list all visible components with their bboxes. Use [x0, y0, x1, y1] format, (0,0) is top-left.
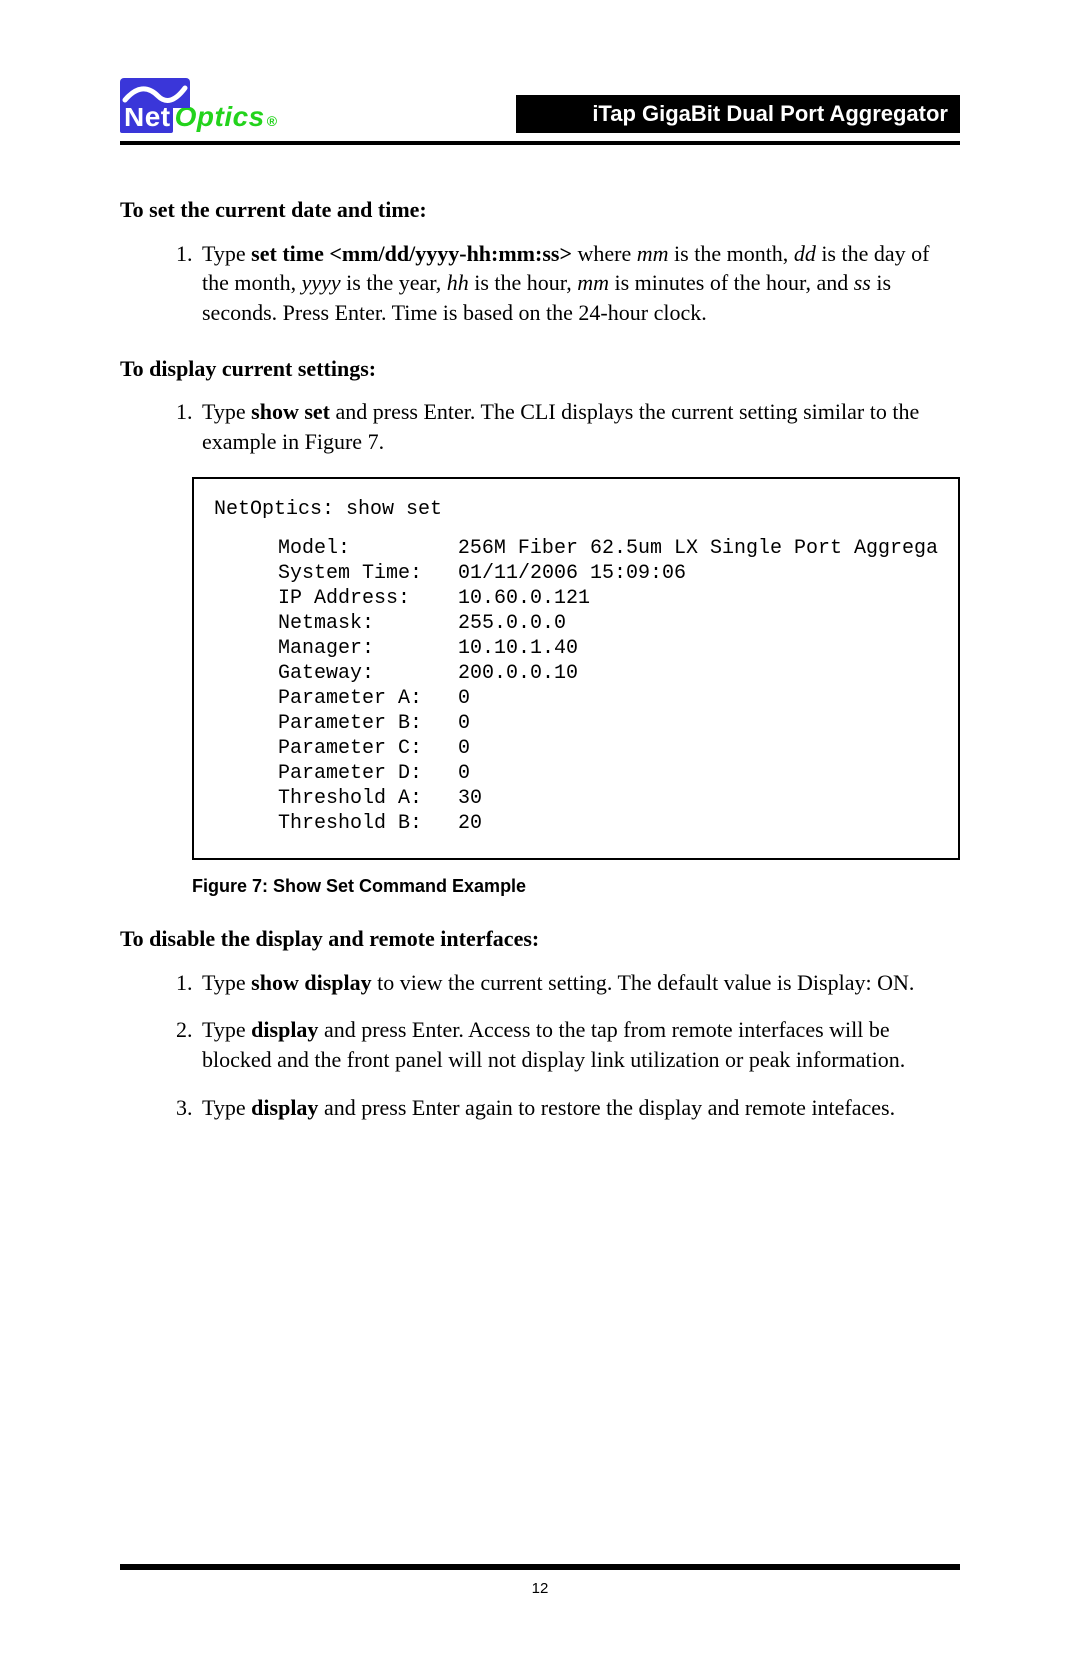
disable-step-1: Type show display to view the current se… — [198, 968, 960, 998]
cli-row: Threshold B:20 — [278, 811, 938, 836]
text: Type — [202, 1017, 251, 1042]
text: to view the current setting. The default… — [372, 970, 915, 995]
logo-swoosh-icon — [120, 78, 190, 108]
cli-label: Parameter D: — [278, 761, 458, 786]
cli-prompt-line: NetOptics: show set — [214, 498, 442, 521]
cmd: display — [251, 1095, 318, 1120]
text: where — [572, 241, 637, 266]
cli-value: 256M Fiber 62.5um LX Single Port Aggrega — [458, 536, 938, 561]
page-header: Net Optics ® iTap GigaBit Dual Port Aggr… — [120, 78, 960, 133]
cli-label: IP Address: — [278, 586, 458, 611]
cli-label: Threshold A: — [278, 786, 458, 811]
document-page: Net Optics ® iTap GigaBit Dual Port Aggr… — [0, 0, 1080, 1669]
show-set-steps: Type show set and press Enter. The CLI d… — [120, 397, 960, 456]
set-time-step-1: Type set time <mm/dd/yyyy-hh:mm:ss> wher… — [198, 239, 960, 328]
netoptics-logo: Net Optics ® — [120, 78, 278, 133]
page-footer: 12 — [120, 1564, 960, 1597]
logo-registered-icon: ® — [267, 114, 278, 128]
section-set-time-title: To set the current date and time: — [120, 195, 960, 225]
cli-value: 0 — [458, 736, 938, 761]
cli-row: Parameter C:0 — [278, 736, 938, 761]
page-content: To set the current date and time: Type s… — [120, 195, 960, 1123]
text: Type — [202, 399, 251, 424]
cli-value: 255.0.0.0 — [458, 611, 938, 636]
figure-label: Figure 7: — [192, 876, 268, 896]
document-title-bar: iTap GigaBit Dual Port Aggregator — [516, 95, 960, 133]
cli-label: Model: — [278, 536, 458, 561]
cli-label: Netmask: — [278, 611, 458, 636]
disable-step-2: Type display and press Enter. Access to … — [198, 1015, 960, 1074]
set-time-steps: Type set time <mm/dd/yyyy-hh:mm:ss> wher… — [120, 239, 960, 328]
cli-label: Parameter A: — [278, 686, 458, 711]
cli-row: Parameter B:0 — [278, 711, 938, 736]
cmd: display — [251, 1017, 318, 1042]
var-yyyy: yyyy — [302, 270, 341, 295]
var-ss: ss — [854, 270, 871, 295]
section-disable-title: To disable the display and remote interf… — [120, 924, 960, 954]
cli-label: Parameter B: — [278, 711, 458, 736]
cli-row: Parameter A:0 — [278, 686, 938, 711]
text: Type — [202, 241, 251, 266]
text: Type — [202, 1095, 251, 1120]
var-mm2: mm — [577, 270, 609, 295]
cli-row: Gateway:200.0.0.10 — [278, 661, 938, 686]
cli-value: 0 — [458, 711, 938, 736]
cli-value: 0 — [458, 686, 938, 711]
var-hh: hh — [447, 270, 469, 295]
text: Type — [202, 970, 251, 995]
disable-step-3: Type display and press Enter again to re… — [198, 1093, 960, 1123]
cli-row: Threshold A:30 — [278, 786, 938, 811]
var-mm: mm — [637, 241, 669, 266]
show-set-step-1: Type show set and press Enter. The CLI d… — [198, 397, 960, 456]
var-dd: dd — [794, 241, 816, 266]
cli-value: 01/11/2006 15:09:06 — [458, 561, 938, 586]
cli-value: 200.0.0.10 — [458, 661, 938, 686]
cli-value: 10.10.1.40 — [458, 636, 938, 661]
cli-label: Threshold B: — [278, 811, 458, 836]
section-show-set-title: To display current settings: — [120, 354, 960, 384]
cli-row: Parameter D:0 — [278, 761, 938, 786]
text: is minutes of the hour, and — [609, 270, 854, 295]
cli-output-box: NetOptics: show set Model:256M Fiber 62.… — [192, 477, 960, 860]
cli-value: 30 — [458, 786, 938, 811]
page-number: 12 — [120, 1580, 960, 1597]
cli-value: 20 — [458, 811, 938, 836]
header-divider — [120, 141, 960, 145]
figure-text: Show Set Command Example — [268, 876, 526, 896]
cli-label: System Time: — [278, 561, 458, 586]
cli-label: Manager: — [278, 636, 458, 661]
disable-steps: Type show display to view the current se… — [120, 968, 960, 1123]
text: and press Enter again to restore the dis… — [318, 1095, 895, 1120]
cli-rows: Model:256M Fiber 62.5um LX Single Port A… — [278, 536, 938, 836]
cli-row: IP Address:10.60.0.121 — [278, 586, 938, 611]
cli-row: Netmask:255.0.0.0 — [278, 611, 938, 636]
cli-row: Manager:10.10.1.40 — [278, 636, 938, 661]
text: is the hour, — [469, 270, 578, 295]
cli-label: Parameter C: — [278, 736, 458, 761]
text: is the year, — [341, 270, 447, 295]
cmd: set time <mm/dd/yyyy-hh:mm:ss> — [251, 241, 572, 266]
cli-row: System Time:01/11/2006 15:09:06 — [278, 561, 938, 586]
cli-row: Model:256M Fiber 62.5um LX Single Port A… — [278, 536, 938, 561]
text: is the month, — [669, 241, 794, 266]
cli-value: 10.60.0.121 — [458, 586, 938, 611]
cli-label: Gateway: — [278, 661, 458, 686]
footer-divider — [120, 1564, 960, 1570]
cmd: show set — [251, 399, 330, 424]
cli-value: 0 — [458, 761, 938, 786]
cmd: show display — [251, 970, 371, 995]
figure-caption: Figure 7: Show Set Command Example — [192, 874, 960, 898]
